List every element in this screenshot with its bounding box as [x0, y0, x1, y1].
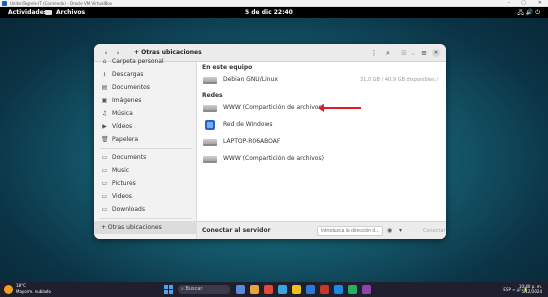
sidebar-item-musica[interactable]: ♫ Música [94, 107, 197, 120]
host-close-button[interactable]: ✕ [538, 0, 542, 7]
view-toggle-icon[interactable]: ⊞ [400, 48, 408, 58]
virtualbox-title-bar: UnitsnTegrels-IT (Corriendo) - Oracle VM… [0, 0, 548, 7]
files-window: ‹ › + Otras ubicaciones ⋮ ⌕ ⊞ ⌄ ≡ ✕ ⌂ Ca… [94, 44, 446, 239]
sidebar-item-label: Downloads [112, 206, 145, 213]
folder-icon: ▭ [101, 180, 108, 187]
weather-widget[interactable]: 18°C Mayorm. nublado [16, 283, 51, 295]
sidebar-item-label: Descargas [112, 71, 144, 78]
sidebar-item-descargas[interactable]: ⭳ Descargas [94, 68, 197, 81]
sidebar-item-label: Documentos [112, 84, 150, 91]
drive-icon [203, 77, 217, 84]
sidebar-item-documentos[interactable]: ▤ Documentos [94, 81, 197, 94]
taskbar-search[interactable]: ⌕ Buscar [178, 285, 230, 294]
network-row[interactable]: LAPTOP-R06ABOAF [197, 134, 446, 150]
red-arrow-annotation [318, 104, 361, 112]
host-window-title: UnitsnTegrels-IT (Corriendo) - Oracle VM… [10, 1, 112, 6]
sidebar-item-home[interactable]: ⌂ Carpeta personal [94, 55, 197, 68]
close-icon[interactable]: ✕ [432, 49, 440, 57]
download-icon: ⭳ [103, 71, 106, 78]
gnome-top-bar: Actividades Archivos 5 de dic 22:40 🖧 🔊 … [0, 7, 548, 18]
virtualbox-icon [2, 1, 7, 6]
app-icon[interactable] [362, 285, 371, 294]
sidebar-item-music[interactable]: ▭ Music [94, 164, 197, 177]
sidebar-item-label: Imágenes [112, 97, 142, 104]
video-icon: ▶ [102, 123, 107, 130]
chevron-down-icon[interactable]: ⌄ [410, 48, 416, 58]
folder-icon: ▭ [101, 193, 108, 200]
maximize-button[interactable]: ▢ [521, 0, 526, 7]
network-drive-icon [203, 139, 217, 146]
music-icon: ♫ [101, 110, 108, 117]
connect-button[interactable]: Conectar [423, 226, 446, 236]
sidebar-item-imagenes[interactable]: ▣ Imágenes [94, 94, 197, 107]
sidebar-item-label: Música [112, 110, 133, 117]
sidebar-item-label: Papelera [112, 136, 139, 143]
trash-icon: 🗑 [101, 136, 109, 143]
app-icon[interactable] [320, 285, 329, 294]
weather-icon [4, 285, 13, 294]
sidebar-item-documents[interactable]: ▭ Documents [94, 151, 197, 164]
network-drive-icon [203, 105, 217, 112]
network-row[interactable]: WWW (Compartición de archivos) [197, 100, 446, 116]
sidebar-divider [100, 218, 192, 219]
sidebar-item-label: Pictures [112, 180, 136, 187]
app-icon[interactable] [278, 285, 287, 294]
section-header-computer: En este equipo [202, 64, 253, 71]
windows-start-icon[interactable] [164, 285, 173, 294]
app-menu[interactable]: Archivos [56, 7, 85, 18]
app-icon[interactable] [306, 285, 315, 294]
connect-server-label: Conectar al servidor [202, 227, 271, 234]
app-icon[interactable] [236, 285, 245, 294]
home-icon: ⌂ [102, 58, 107, 65]
app-icon[interactable] [292, 285, 301, 294]
sidebar-item-pictures[interactable]: ▭ Pictures [94, 177, 197, 190]
sidebar-item-videos-folder[interactable]: ▭ Videos [94, 190, 197, 203]
sidebar-item-label: Videos [112, 193, 132, 200]
network-row[interactable]: WWW (Compartición de archivos) [197, 151, 446, 167]
section-header-networks: Redes [202, 92, 223, 99]
windows-taskbar: 18°C Mayorm. nublado ⌕ Buscar ESP ≈ 🔊 🔋 1… [0, 282, 548, 297]
app-icon[interactable] [264, 285, 273, 294]
app-icon[interactable] [348, 285, 357, 294]
app-icon[interactable] [334, 285, 343, 294]
menu-dots-icon[interactable]: ⋮ [370, 48, 378, 58]
connect-server-bar: Conectar al servidor ◉ ▾ Conectar [197, 221, 446, 239]
folder-icon: ▭ [101, 154, 108, 161]
location-row[interactable]: Debian GNU/Linux 31,0 GB / 40,9 GB dispo… [197, 72, 446, 88]
sidebar-item-label: Vídeos [112, 123, 133, 130]
disk-usage: 31,0 GB / 40,9 GB disponibles / [360, 77, 438, 83]
chevron-down-icon[interactable]: ▾ [399, 226, 402, 236]
folder-icon: ▭ [101, 206, 108, 213]
search-icon[interactable]: ⌕ [384, 48, 392, 58]
server-address-input[interactable] [317, 226, 383, 236]
sidebar-item-papelera[interactable]: 🗑 Papelera [94, 133, 197, 146]
locations-view: En este equipo Debian GNU/Linux 31,0 GB … [197, 62, 446, 239]
sidebar-item-videos[interactable]: ▶ Vídeos [94, 120, 197, 133]
sidebar: ⌂ Carpeta personal ⭳ Descargas ▤ Documen… [94, 58, 197, 239]
help-icon[interactable]: ◉ [387, 226, 392, 236]
folder-icon: ▭ [101, 167, 108, 174]
minimize-button[interactable]: – [508, 0, 511, 7]
sidebar-item-label: + Otras ubicaciones [101, 224, 162, 231]
clock[interactable]: 5 de dic 22:40 [245, 7, 293, 18]
network-drive-icon [203, 156, 217, 163]
sidebar-item-label: Documents [112, 154, 147, 161]
windows-network-icon [205, 120, 215, 130]
files-app-icon [45, 10, 52, 15]
system-menu[interactable]: 🖧 🔊 ⏻ [517, 7, 540, 18]
sidebar-item-downloads[interactable]: ▭ Downloads [94, 203, 197, 216]
app-icon[interactable] [250, 285, 259, 294]
hamburger-menu-icon[interactable]: ≡ [420, 48, 428, 58]
sidebar-item-other-locations[interactable]: + Otras ubicaciones [94, 221, 197, 234]
sidebar-item-label: Music [112, 167, 130, 174]
sidebar-divider [100, 148, 192, 149]
network-row[interactable]: Red de Windows [197, 117, 446, 133]
taskbar-clock[interactable]: 10:40 p. m. 5/12/2024 [519, 284, 542, 294]
document-icon: ▤ [101, 84, 108, 91]
activities-button[interactable]: Actividades [8, 7, 47, 18]
image-icon: ▣ [101, 97, 108, 104]
